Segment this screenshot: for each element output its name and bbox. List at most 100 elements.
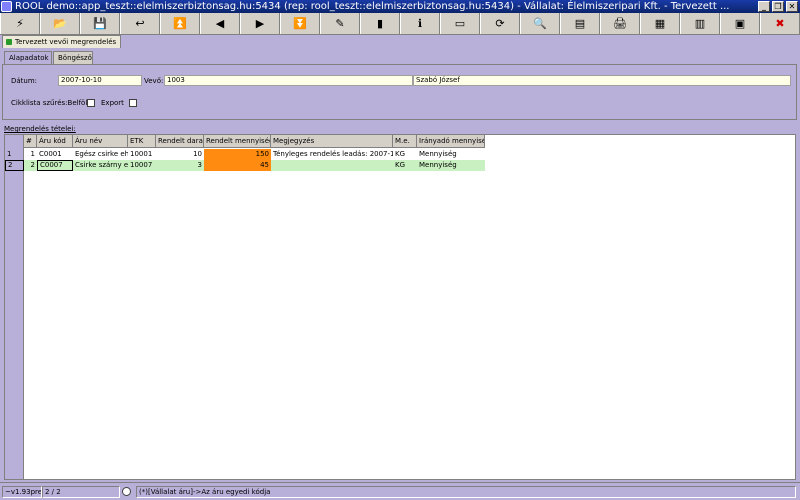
grid-caption: Megrendelés tételei: xyxy=(4,125,76,133)
columns-icon: ▥ xyxy=(694,17,706,30)
header-form-panel: Dátum: 2007-10-10 Vevő: 1003 Szabó Józse… xyxy=(2,64,797,120)
export-checkbox[interactable] xyxy=(129,99,137,107)
customer-label: Vevő: xyxy=(144,77,164,85)
date-label: Dátum: xyxy=(11,77,38,85)
print-preview-button[interactable]: 🖨 xyxy=(600,13,640,34)
form-button[interactable]: ▭ xyxy=(440,13,480,34)
table-button[interactable]: ▦ xyxy=(640,13,680,34)
cell-qty[interactable]: 150 xyxy=(204,149,271,160)
open-folder-button[interactable]: ⚡ xyxy=(0,13,40,34)
first-record-icon: ⏫ xyxy=(173,17,187,30)
table-icon: ▦ xyxy=(654,17,666,30)
row-header-column xyxy=(5,135,24,479)
col-megjegyzes-header[interactable]: Megjegyzés xyxy=(271,135,393,148)
status-bar: ~v1.93pre1X 2 / 2 (*)[Vállalat áru]->Az … xyxy=(0,482,800,500)
info-icon: ℹ xyxy=(417,17,423,30)
col-me-header[interactable]: M.e. xyxy=(393,135,417,148)
date-field[interactable]: 2007-10-10 xyxy=(58,75,142,86)
export-label: Export xyxy=(101,99,124,107)
cell-etk[interactable]: 10001 xyxy=(128,149,156,160)
cell-qty[interactable]: 45 xyxy=(204,160,271,171)
tab-label: Tervezett vevői megrendelés xyxy=(15,38,117,46)
delete-button[interactable]: ▮ xyxy=(360,13,400,34)
export-button[interactable]: ▣ xyxy=(720,13,760,34)
floppy-button[interactable]: 💾 xyxy=(80,13,120,34)
print-preview-icon: 🖨 xyxy=(613,17,627,30)
customer-code-field[interactable]: 1003 xyxy=(164,75,413,86)
version-panel: ~v1.93pre1X xyxy=(2,486,42,498)
exit-button[interactable]: ✖ xyxy=(760,13,800,34)
cell-etk[interactable]: 10007 xyxy=(128,160,156,171)
col-rendelt-mennyiseg-header[interactable]: Rendelt mennyiség xyxy=(204,135,271,148)
last-record-icon: ⏬ xyxy=(293,17,307,30)
col-rendelt-darab-header[interactable]: Rendelt darab xyxy=(156,135,204,148)
cell-name[interactable]: Egész csirke eh. xyxy=(73,149,128,160)
tab-tervezett-vevoi-megrendeles[interactable]: Tervezett vevői megrendelés xyxy=(2,35,122,48)
restore-button[interactable]: ❐ xyxy=(772,1,784,12)
form-icon xyxy=(6,39,12,45)
undo-button[interactable]: ↩ xyxy=(120,13,160,34)
next-record-button[interactable]: ▶ xyxy=(240,13,280,34)
tab-alapadatok[interactable]: Alapadatok xyxy=(4,51,52,64)
delete-icon: ▮ xyxy=(376,17,384,30)
form-tab-strip: Tervezett vevői megrendelés xyxy=(0,35,800,48)
toolbar: ⚡ 📂 💾 ↩ ⏫ ◀ ▶ ⏬ ✎ ▮ ℹ ▭ ⟳ 🔍 ▤ 🖨 ▦ ▥ ▣ ✖ xyxy=(0,13,800,35)
edit-button[interactable]: ✎ xyxy=(320,13,360,34)
cell-pieces[interactable]: 10 xyxy=(156,149,204,160)
open-folder-icon: ⚡ xyxy=(16,17,24,30)
filter-label: Cikklista szűrés:Belföld xyxy=(11,99,92,107)
exit-icon: ✖ xyxy=(775,17,785,30)
next-record-icon: ▶ xyxy=(255,17,265,30)
save-button[interactable]: 📂 xyxy=(40,13,80,34)
status-radio[interactable] xyxy=(122,487,131,496)
search-button[interactable]: 🔍 xyxy=(520,13,560,34)
close-button[interactable]: ✕ xyxy=(786,1,798,12)
col-aru-kod-header[interactable]: Áru kód xyxy=(37,135,73,148)
cell-pieces[interactable]: 3 xyxy=(156,160,204,171)
cell-unit[interactable]: KG xyxy=(393,160,417,171)
cell-note[interactable] xyxy=(271,160,393,171)
info-button[interactable]: ℹ xyxy=(400,13,440,34)
save-icon: 📂 xyxy=(53,17,67,30)
row-number[interactable]: 1 xyxy=(5,149,24,160)
columns-button[interactable]: ▥ xyxy=(680,13,720,34)
cell-idx[interactable]: 2 xyxy=(24,160,37,171)
floppy-icon: 💾 xyxy=(93,17,107,30)
col-index-header[interactable]: # xyxy=(24,135,37,148)
search-icon: 🔍 xyxy=(533,17,547,30)
cell-note[interactable]: Tényleges rendelés leadás: 2007-10-08 xyxy=(271,149,393,160)
field-hint-panel: (*)[Vállalat áru]->Az áru egyedi kódja xyxy=(136,486,796,498)
minimize-button[interactable]: _ xyxy=(758,1,770,12)
tab-bongeszo[interactable]: Böngésző xyxy=(53,51,93,64)
cell-name[interactable]: Csirke szárny eh. xyxy=(73,160,128,171)
filter-checkbox[interactable] xyxy=(87,99,95,107)
undo-icon: ↩ xyxy=(135,17,145,30)
title-bar[interactable]: ROOL demo::app_teszt::elelmiszerbiztonsa… xyxy=(0,0,800,13)
print-icon: ▤ xyxy=(574,17,586,30)
items-grid: # Áru kód Áru név ETK Rendelt darab Rendelt m… xyxy=(4,134,796,480)
cell-code[interactable]: C0007 xyxy=(37,160,73,171)
previous-record-button[interactable]: ◀ xyxy=(200,13,240,34)
row-number[interactable]: 2 xyxy=(5,160,24,171)
col-iranyado-mennyiseg-header[interactable]: Irányadó mennyiség xyxy=(417,135,485,148)
record-position-panel: 2 / 2 xyxy=(42,486,120,498)
last-record-button[interactable]: ⏬ xyxy=(280,13,320,34)
customer-name-field[interactable]: Szabó József xyxy=(413,75,791,86)
refresh-icon: ⟳ xyxy=(495,17,505,30)
refresh-button[interactable]: ⟳ xyxy=(480,13,520,34)
cell-ref[interactable]: Mennyiség xyxy=(417,160,485,171)
col-etk-header[interactable]: ETK xyxy=(128,135,156,148)
col-aru-nev-header[interactable]: Áru név xyxy=(73,135,128,148)
cell-ref[interactable]: Mennyiség xyxy=(417,149,485,160)
first-record-button[interactable]: ⏫ xyxy=(160,13,200,34)
previous-record-icon: ◀ xyxy=(215,17,225,30)
cell-code[interactable]: C0001 xyxy=(37,149,73,160)
edit-icon: ✎ xyxy=(335,17,345,30)
export-icon: ▣ xyxy=(734,17,746,30)
window-title: ROOL demo::app_teszt::elelmiszerbiztonsa… xyxy=(15,1,730,12)
print-button[interactable]: ▤ xyxy=(560,13,600,34)
app-icon xyxy=(1,1,12,12)
form-icon: ▭ xyxy=(454,17,466,30)
cell-idx[interactable]: 1 xyxy=(24,149,37,160)
cell-unit[interactable]: KG xyxy=(393,149,417,160)
